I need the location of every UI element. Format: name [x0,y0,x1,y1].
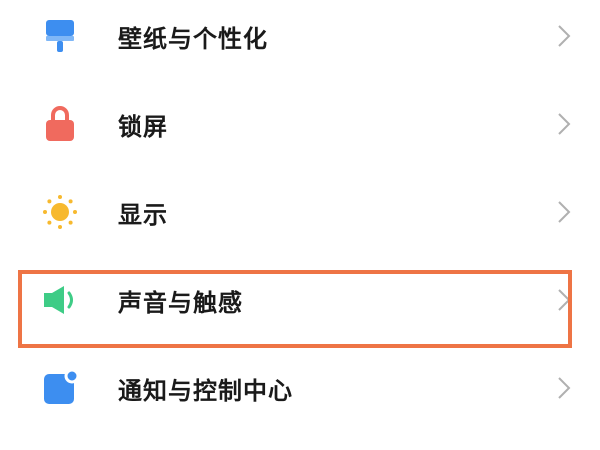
sun-icon [40,192,80,232]
settings-item-label: 壁纸与个性化 [118,24,268,53]
lock-icon [40,104,80,144]
chevron-right-icon [556,375,572,401]
settings-item-notifications[interactable]: 通知与控制中心 [0,344,600,432]
wallpaper-brush-icon [40,16,80,56]
chevron-right-icon [556,23,572,49]
settings-item-wallpaper[interactable]: 壁纸与个性化 [0,0,600,80]
settings-item-label: 显示 [118,200,168,229]
highlight-box [18,270,572,348]
settings-item-display[interactable]: 显示 [0,168,600,256]
chevron-right-icon [556,111,572,137]
chevron-right-icon [556,199,572,225]
settings-list: 壁纸与个性化 锁屏 显示 声音与触感 通知与控制中心 [0,0,600,450]
settings-item-label: 锁屏 [118,112,168,141]
notification-icon [40,368,80,408]
settings-item-label: 通知与控制中心 [118,376,293,405]
settings-item-lock-screen[interactable]: 锁屏 [0,80,600,168]
